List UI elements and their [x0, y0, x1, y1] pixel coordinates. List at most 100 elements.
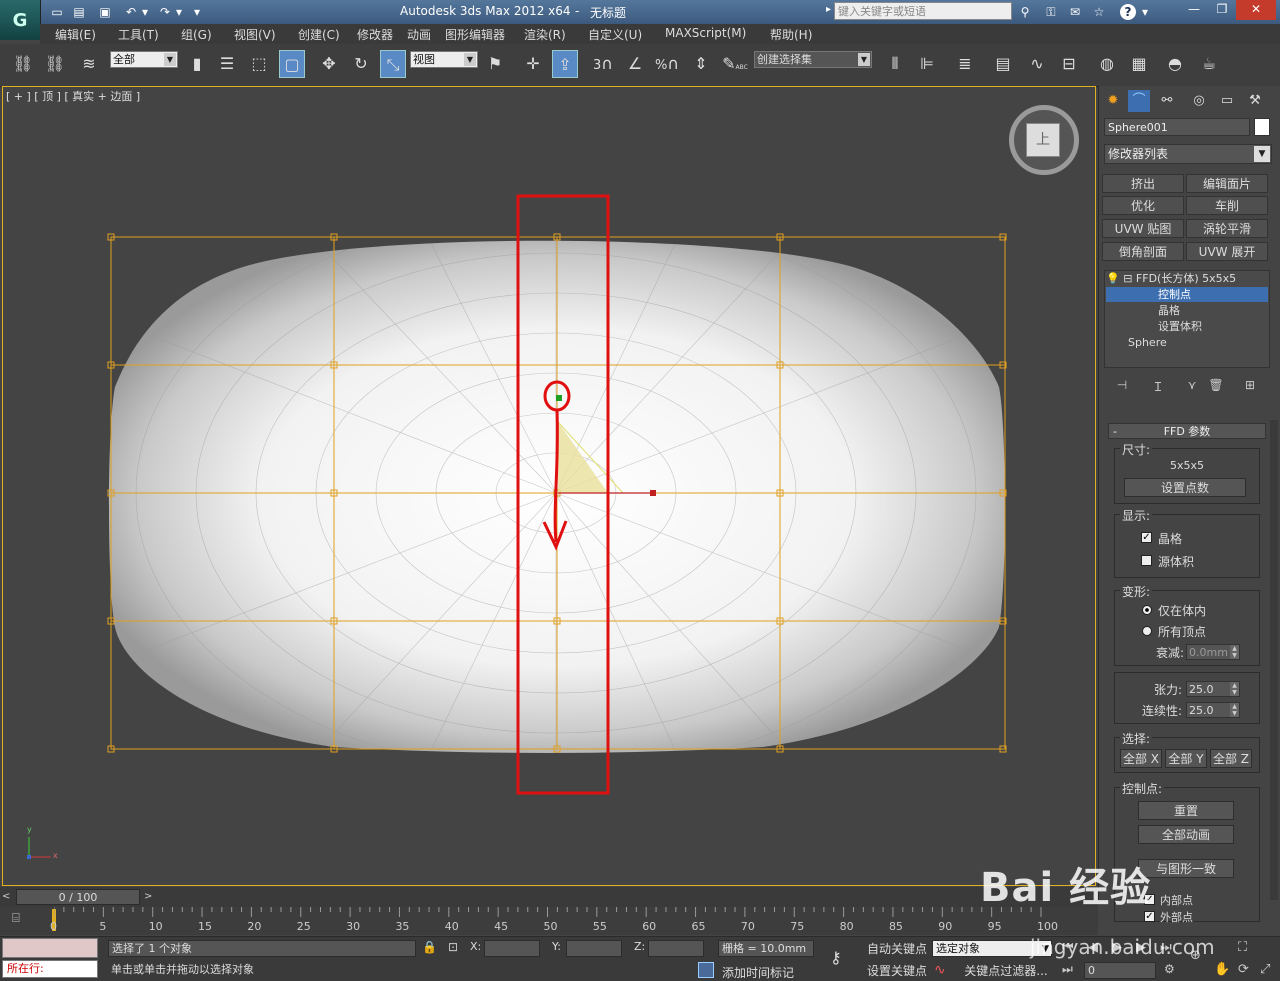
spinner-arrows-icon[interactable]: ▲ ▼ [1230, 703, 1239, 717]
time-slider-thumb[interactable]: 0 / 100 [16, 889, 140, 905]
current-frame-field[interactable]: 0 [1084, 962, 1156, 979]
curve-editor-icon[interactable]: ∿ [1024, 50, 1050, 78]
configure-modifier-sets-icon[interactable]: ⊞ [1240, 378, 1260, 394]
selection-filter-dropdown[interactable]: 全部 ▼ [110, 51, 178, 68]
keyboard-shortcut-override-icon[interactable]: ⇪ [552, 50, 578, 78]
redo-dropdown-icon[interactable]: ▾ [174, 3, 184, 21]
pan-view-icon[interactable]: ✋ [1214, 962, 1230, 977]
menu-tools[interactable]: 工具(T) [118, 26, 159, 43]
menu-maxscript[interactable]: MAXScript(M) [665, 26, 746, 40]
set-key-button[interactable]: 设置关键点 [864, 962, 930, 981]
lightbulb-icon[interactable]: 💡 [1106, 272, 1120, 285]
time-slider-track[interactable] [0, 887, 1098, 907]
select-by-name-icon[interactable]: ☰ [214, 50, 240, 78]
modifier-button-turbosmooth[interactable]: 涡轮平滑 [1186, 219, 1268, 238]
menu-rendering[interactable]: 渲染(R) [524, 26, 566, 43]
unlink-icon[interactable]: ⛓ [42, 50, 68, 78]
motion-tab-icon[interactable]: ◎ [1188, 90, 1210, 112]
app-logo-button[interactable]: G [0, 0, 41, 40]
angle-snap-icon[interactable]: ∠ [622, 50, 648, 78]
new-file-icon[interactable]: ▭ [48, 3, 66, 21]
listener-prompt[interactable]: 所在行: [2, 960, 98, 978]
modify-tab-icon[interactable]: ⌒ [1128, 90, 1150, 112]
material-editor-icon[interactable]: ◍ [1094, 50, 1120, 78]
time-tag-icon[interactable] [698, 962, 714, 978]
falloff-spinner[interactable]: 0.0mm ▲ ▼ [1186, 644, 1240, 660]
lattice-checkbox[interactable]: ✓ [1141, 532, 1152, 543]
stack-sub-control-points[interactable]: 控制点 [1106, 287, 1268, 302]
object-color-swatch[interactable] [1254, 118, 1270, 136]
mini-curve-editor-icon[interactable]: ⌸ [12, 911, 20, 926]
slider-right-arrow-icon[interactable]: > [144, 891, 152, 902]
object-name-field[interactable]: Sphere001 [1104, 118, 1250, 136]
maximize-viewport-icon[interactable]: ⤢ [1260, 962, 1270, 977]
modifier-button-uvw-map[interactable]: UVW 贴图 [1102, 219, 1184, 238]
pivot-center-icon[interactable]: ⚑ [482, 50, 508, 78]
menu-graph-editors[interactable]: 图形编辑器 [445, 26, 505, 43]
menu-edit[interactable]: 编辑(E) [55, 26, 96, 43]
select-all-x-button[interactable]: 全部 X [1120, 749, 1162, 768]
undo-icon[interactable]: ↶ [122, 3, 140, 21]
absolute-mode-icon[interactable]: ⊡ [448, 940, 458, 954]
stack-item-sphere[interactable]: Sphere [1106, 335, 1268, 350]
search-arrow-icon[interactable]: ▸ [826, 4, 831, 15]
hierarchy-tab-icon[interactable]: ⚯ [1156, 90, 1178, 112]
only-in-volume-radio[interactable] [1142, 605, 1152, 615]
named-selection-dropdown[interactable]: 创建选择集 ▼ [754, 51, 872, 68]
redo-icon[interactable]: ↷ [156, 3, 174, 21]
make-unique-icon[interactable]: ⋎ [1182, 378, 1202, 394]
percent-snap-icon[interactable]: %∩ [654, 50, 680, 78]
menu-create[interactable]: 创建(C) [298, 26, 340, 43]
tension-spinner[interactable]: 25.0 ▲ ▼ [1186, 681, 1240, 697]
render-production-icon[interactable]: ☕ [1196, 50, 1222, 78]
create-tab-icon[interactable]: ✹ [1102, 90, 1124, 112]
slider-left-arrow-icon[interactable]: < [2, 891, 10, 902]
zoom-extents-icon[interactable]: ⛶ [1238, 940, 1247, 955]
bind-to-space-warp-icon[interactable]: ≋ [76, 50, 102, 78]
align-icon[interactable]: ⊫ [914, 50, 940, 78]
graphite-tools-icon[interactable]: ▤ [990, 50, 1016, 78]
reset-button[interactable]: 重置 [1138, 801, 1234, 820]
select-object-icon[interactable]: ▮ [184, 50, 210, 78]
key-filters-button[interactable]: 关键点过滤器... [958, 962, 1054, 981]
lock-selection-icon[interactable]: 🔒 [422, 940, 437, 954]
time-configuration-icon[interactable]: ⚙ [1164, 962, 1175, 976]
collapse-minus-icon[interactable]: ⊟ [1123, 272, 1132, 285]
schematic-view-icon[interactable]: ⊟ [1056, 50, 1082, 78]
stack-item-ffd[interactable]: 💡 ⊟ FFD(长方体) 5x5x5 [1106, 271, 1268, 286]
render-setup-icon[interactable]: ▦ [1126, 50, 1152, 78]
viewport-label[interactable]: [ + ] [ 顶 ] [ 真实 + 边面 ] [6, 88, 140, 104]
z-coord-field[interactable] [648, 940, 704, 957]
menu-customize[interactable]: 自定义(U) [588, 26, 642, 43]
select-all-y-button[interactable]: 全部 Y [1165, 749, 1207, 768]
snaps-toggle-icon[interactable]: 3∩ [590, 50, 616, 78]
stack-sub-lattice[interactable]: 晶格 [1106, 303, 1268, 318]
window-crossing-icon[interactable]: ▢ [279, 50, 305, 78]
mirror-icon[interactable]: ⫴ [882, 50, 908, 78]
select-and-rotate-icon[interactable]: ↻ [348, 50, 374, 78]
communication-center-icon[interactable]: ✉ [1066, 3, 1084, 21]
maxscript-mini-listener[interactable] [2, 938, 98, 958]
set-number-of-points-button[interactable]: 设置点数 [1124, 478, 1246, 497]
command-panel-scrollbar[interactable] [1270, 420, 1278, 900]
save-icon[interactable]: ▣ [96, 3, 114, 21]
stack-sub-set-volume[interactable]: 设置体积 [1106, 319, 1268, 334]
binoculars-icon[interactable]: ⚲ [1016, 3, 1034, 21]
ffd-parameters-rollout[interactable]: - FFD 参数 [1108, 423, 1266, 439]
x-coord-field[interactable] [484, 940, 540, 957]
minimize-icon[interactable]: — [1180, 0, 1208, 20]
manipulate-icon[interactable]: ✛ [520, 50, 546, 78]
modifier-button-lathe[interactable]: 车削 [1186, 196, 1268, 215]
viewcube-top-face[interactable]: 上 [1026, 123, 1060, 157]
favorites-star-icon[interactable]: ☆ [1090, 3, 1108, 21]
modifier-button-unwrap-uvw[interactable]: UVW 展开 [1186, 242, 1268, 261]
display-tab-icon[interactable]: ▭ [1216, 90, 1238, 112]
spinner-arrows-icon[interactable]: ▲ ▼ [1230, 682, 1239, 696]
menu-animation[interactable]: 动画 [407, 26, 431, 43]
rectangular-selection-icon[interactable]: ⬚ [246, 50, 272, 78]
spinner-snap-icon[interactable]: ⇕ [688, 50, 714, 78]
pin-stack-icon[interactable]: ⊣ [1112, 378, 1132, 394]
undo-dropdown-icon[interactable]: ▾ [140, 3, 150, 21]
all-vertices-radio[interactable] [1142, 626, 1152, 636]
menu-modifiers[interactable]: 修改器 [357, 26, 393, 43]
